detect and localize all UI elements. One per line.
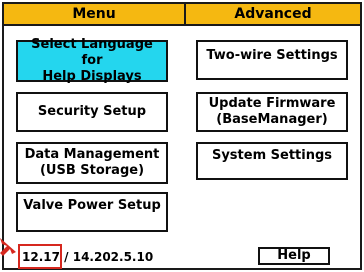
valve-power-setup-button[interactable]: Valve Power Setup bbox=[16, 192, 168, 232]
security-setup-label: Security Setup bbox=[37, 104, 147, 119]
version-separator: / bbox=[64, 250, 73, 264]
version-minor: 14.202.5.10 bbox=[72, 250, 154, 264]
tab-bar: Menu Advanced bbox=[4, 4, 360, 26]
data-management-button[interactable]: Data Management (USB Storage) bbox=[16, 142, 168, 184]
tab-menu[interactable]: Menu bbox=[4, 4, 184, 24]
select-language-label: Select Language for Help Displays bbox=[31, 37, 153, 84]
update-firmware-label: Update Firmware (BaseManager) bbox=[208, 96, 336, 127]
main-panel: Menu Advanced Select Language for Help D… bbox=[2, 2, 362, 270]
tab-advanced[interactable]: Advanced bbox=[184, 4, 360, 24]
two-wire-settings-label: Two-wire Settings bbox=[206, 48, 338, 63]
version-text: 12.17 / 14.202.5.10 bbox=[22, 250, 153, 264]
select-language-button[interactable]: Select Language for Help Displays bbox=[16, 37, 168, 84]
valve-power-setup-label: Valve Power Setup bbox=[23, 198, 161, 213]
version-major: 12.17 bbox=[22, 250, 60, 264]
two-wire-settings-button[interactable]: Two-wire Settings bbox=[196, 40, 348, 80]
system-settings-label: System Settings bbox=[211, 148, 333, 163]
system-settings-button[interactable]: System Settings bbox=[196, 142, 348, 180]
security-setup-button[interactable]: Security Setup bbox=[16, 92, 168, 132]
help-button[interactable]: Help bbox=[258, 247, 330, 265]
arrow-icon bbox=[0, 238, 16, 256]
data-management-label: Data Management (USB Storage) bbox=[24, 147, 160, 178]
update-firmware-button[interactable]: Update Firmware (BaseManager) bbox=[196, 92, 348, 132]
